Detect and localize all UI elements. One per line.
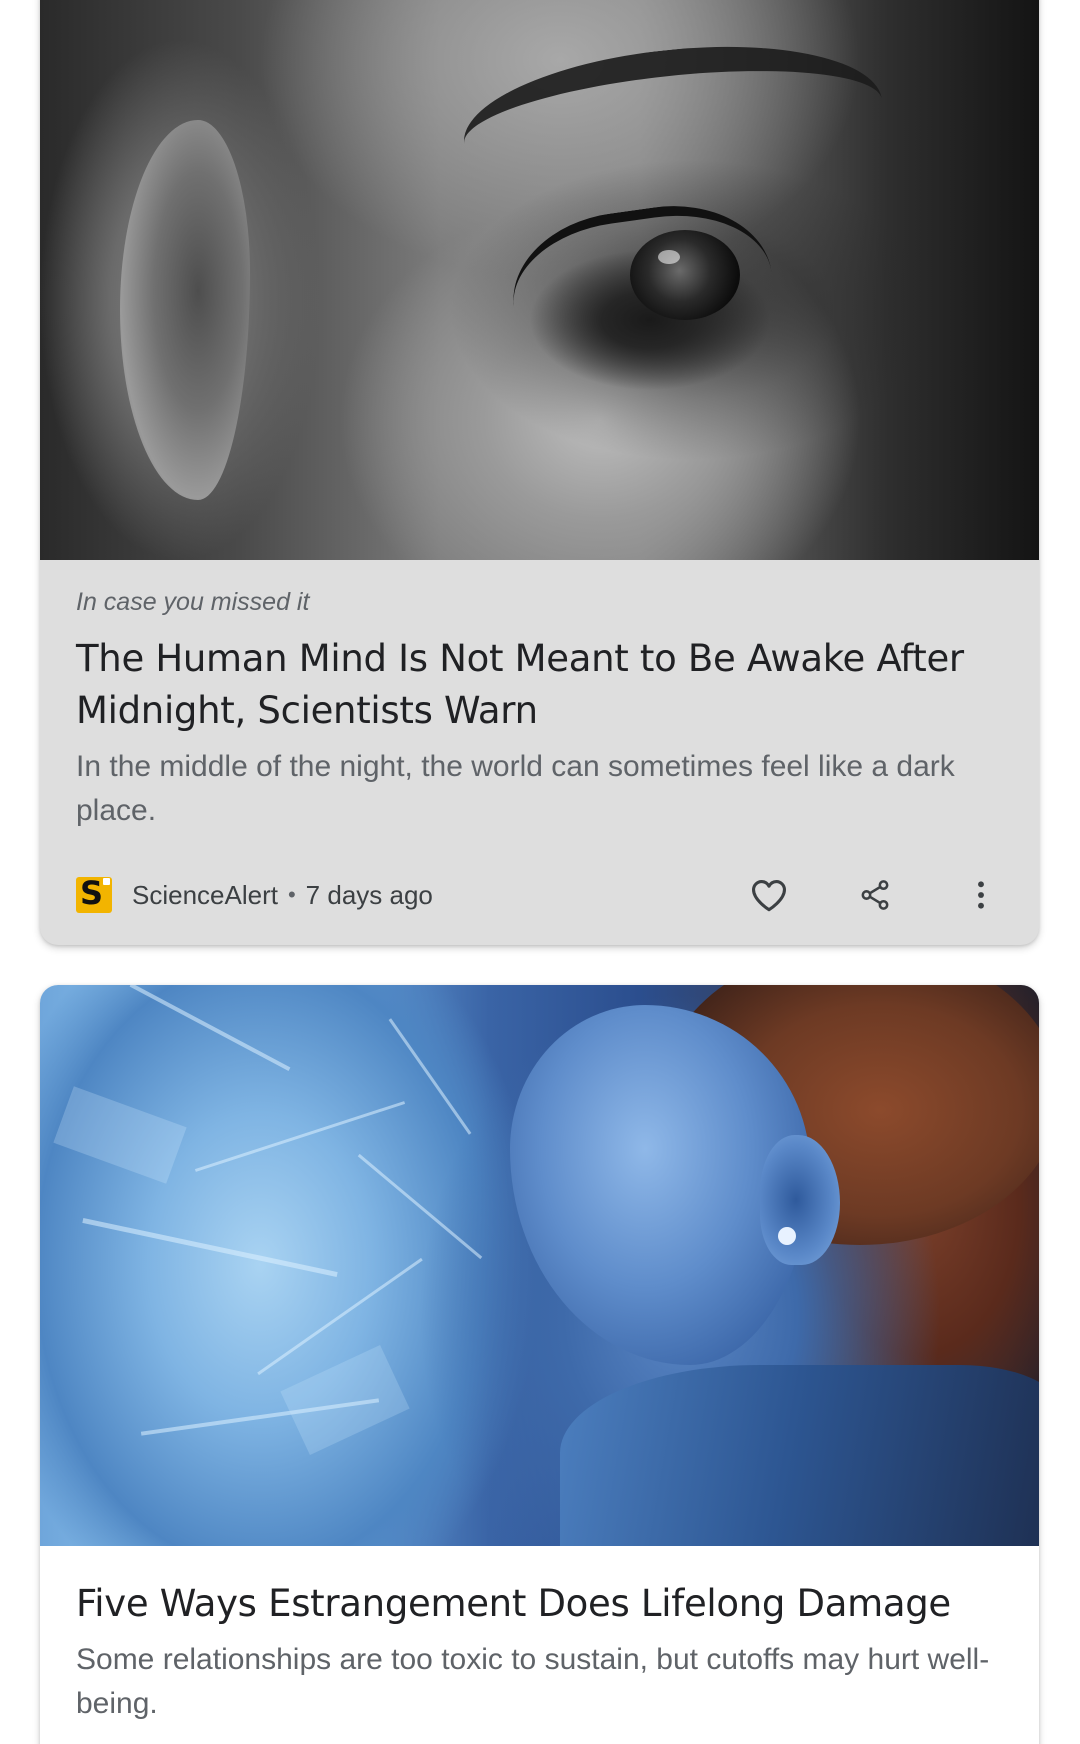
logo-star-icon	[103, 878, 110, 885]
more-vert-icon	[978, 881, 984, 909]
separator-dot: •	[287, 882, 296, 907]
article-footer: S ScienceAlert • 7 days ago	[76, 873, 1003, 917]
article-card[interactable]: Five Ways Estrangement Does Lifelong Dam…	[40, 985, 1039, 1744]
article-snippet: Some relationships are too toxic to sust…	[76, 1643, 990, 1720]
article-card[interactable]: In case you missed it The Human Mind Is …	[40, 0, 1039, 945]
logo-letter: S	[80, 874, 104, 912]
earring-shape	[778, 1227, 796, 1245]
shirt-shape	[560, 1365, 1039, 1546]
article-body: In case you missed it The Human Mind Is …	[40, 587, 1039, 833]
article-snippet: In the middle of the night, the world ca…	[76, 750, 955, 827]
iris-shape	[630, 230, 740, 320]
article-age: 7 days ago	[305, 879, 433, 910]
article-image[interactable]	[40, 0, 1039, 560]
more-options-button[interactable]	[959, 873, 1003, 917]
ear-shape	[760, 1135, 840, 1265]
article-title[interactable]: Five Ways Estrangement Does Lifelong Dam…	[76, 1578, 1003, 1630]
share-button[interactable]	[853, 873, 897, 917]
eye-glint-shape	[658, 250, 680, 264]
like-button[interactable]	[747, 873, 791, 917]
article-kicker: In case you missed it	[76, 588, 310, 616]
publisher-name[interactable]: ScienceAlert	[132, 880, 278, 911]
article-body: Five Ways Estrangement Does Lifelong Dam…	[40, 1578, 1039, 1726]
news-feed: In case you missed it The Human Mind Is …	[0, 0, 1080, 1744]
heart-icon	[752, 880, 786, 912]
article-actions	[747, 873, 1003, 917]
share-icon	[861, 880, 889, 910]
article-title[interactable]: The Human Mind Is Not Meant to Be Awake …	[76, 633, 1003, 737]
sciencealert-logo-icon: S	[76, 874, 112, 913]
article-image[interactable]	[40, 985, 1039, 1546]
